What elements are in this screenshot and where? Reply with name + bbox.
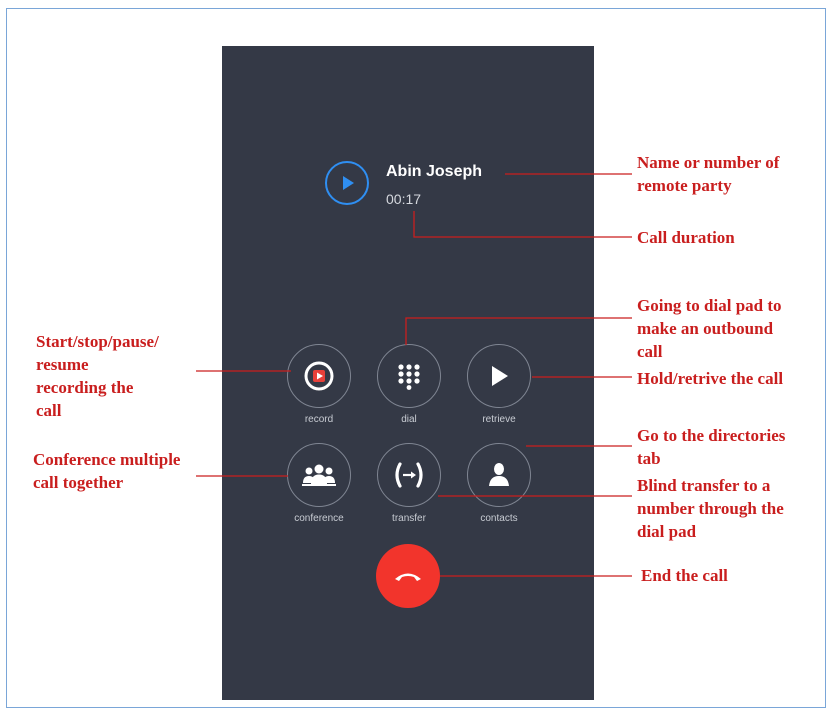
annotation-dial-pad: Going to dial pad to make an outbound ca…	[637, 296, 782, 361]
annotation-hold: Hold/retrive the call	[637, 369, 784, 388]
annotation-end-call: End the call	[641, 566, 728, 585]
callout-line-dial-pad	[405, 317, 632, 345]
annotation-blind-transfer: Blind transfer to a number through the d…	[637, 476, 784, 541]
annotation-call-duration: Call duration	[637, 228, 735, 247]
annotation-conference: Conference multiple call together	[33, 450, 181, 492]
annotation-remote-party: Name or number of remote party	[637, 153, 780, 195]
callout-line-call-duration	[413, 211, 632, 238]
annotation-directories: Go to the directories tab	[637, 426, 786, 468]
annotation-record: Start/stop/pause/ resume recording the c…	[36, 332, 159, 420]
